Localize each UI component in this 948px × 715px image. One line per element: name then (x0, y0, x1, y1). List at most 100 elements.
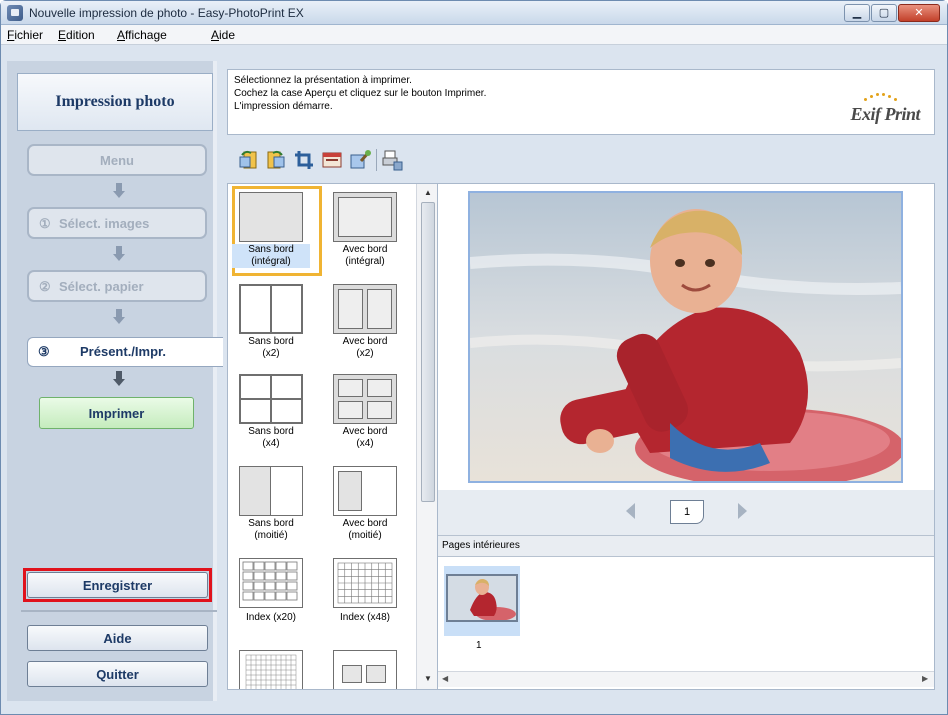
inner-pages-area: 1 ◀ ▶ (438, 558, 934, 689)
sidebar-header-label: Impression photo (55, 93, 175, 110)
menu-step-button[interactable]: Menu (27, 144, 207, 176)
child-photo (470, 193, 901, 481)
print-button-label: Imprimer (88, 406, 145, 421)
inner-pages-scrollbar[interactable]: ◀ ▶ (438, 671, 934, 687)
close-icon: ✕ (914, 6, 924, 19)
image-correction-icon[interactable] (349, 149, 371, 171)
caption-line: (intégral) (251, 256, 291, 267)
menu-aide-label: ide (219, 28, 236, 42)
layout-caption: Avec bord (x2) (326, 336, 404, 360)
sidebar-header: Impression photo (17, 73, 213, 131)
step-select-images-button[interactable]: ① Sélect. images (27, 207, 207, 239)
layout-bordered-full[interactable]: Avec bord (intégral) (326, 190, 404, 278)
layout-caption: Avec bord (intégral) (326, 244, 404, 268)
layout-caption: Sans bord (x4) (232, 426, 310, 450)
layout-thumbnail (333, 650, 397, 689)
photo-cell (367, 401, 392, 419)
save-button[interactable]: Enregistrer (27, 572, 208, 598)
exif-logo-dots (860, 92, 900, 102)
layout-list: Sans bord (intégral) Avec bord (intégral) … (227, 183, 439, 690)
mini-photo (446, 574, 518, 622)
caption-line: Sans bord (248, 518, 294, 529)
step-layout-print-tab[interactable]: ③ Présent./Impr. (27, 337, 223, 367)
photo-cell (338, 289, 363, 329)
scroll-right-icon[interactable]: ▶ (922, 674, 928, 683)
scroll-left-icon[interactable]: ◀ (442, 674, 448, 683)
photo-cell (338, 379, 363, 397)
photo-cell (367, 289, 392, 329)
scroll-up-icon[interactable]: ▲ (422, 188, 434, 198)
menu-fichier[interactable]: Fichier (7, 28, 43, 42)
photo-cell (338, 197, 392, 237)
caption-line: (x4) (356, 438, 374, 449)
previous-page-icon[interactable] (626, 503, 635, 519)
minimize-button[interactable]: ▁ (844, 4, 870, 22)
step-number: ① (39, 216, 51, 231)
caption-line: Index (x48) (339, 612, 391, 623)
caption-line: (intégral) (345, 256, 385, 267)
layout-caption: Sans bord (x2) (232, 336, 310, 360)
step-label: Présent./Impr. (80, 344, 166, 359)
layout-index-48[interactable]: Index (x48) (326, 556, 404, 644)
photo-cell (271, 285, 302, 333)
scrollbar-thumb[interactable] (421, 202, 435, 502)
caption-line: Avec bord (342, 244, 388, 255)
rotate-right-icon[interactable] (265, 149, 287, 171)
photo-cell (271, 375, 302, 399)
help-button[interactable]: Aide (27, 625, 208, 651)
menu-aide[interactable]: Aide (211, 28, 235, 42)
close-button[interactable]: ✕ (898, 4, 940, 22)
index-grid-icon (245, 654, 297, 689)
step-number: ② (39, 279, 51, 294)
menu-affichage-mnemonic: A (117, 28, 126, 42)
app-window: Nouvelle impression de photo - Easy-Phot… (0, 0, 948, 715)
layout-double[interactable] (326, 648, 404, 689)
photo-preview[interactable] (468, 191, 903, 483)
layout-caption: Index (x20) (232, 612, 310, 624)
rotate-left-icon[interactable] (237, 149, 259, 171)
photo-cell (367, 379, 392, 397)
layout-bordered-x2[interactable]: Avec bord (x2) (326, 282, 404, 370)
layout-index-more[interactable] (232, 648, 310, 689)
photo-cell (240, 467, 271, 515)
menu-step-label: Menu (100, 153, 134, 168)
arrow-down-icon (113, 183, 125, 199)
crop-icon[interactable] (293, 149, 315, 171)
layout-borderless-x4[interactable]: Sans bord (x4) (232, 372, 310, 460)
layout-borderless-full[interactable]: Sans bord (intégral) (232, 186, 322, 278)
layout-index-20[interactable]: Index (x20) (232, 556, 310, 644)
maximize-button[interactable]: ▢ (871, 4, 897, 22)
layout-list-scrollbar[interactable]: ▲ ▼ (416, 184, 438, 689)
instructions-panel: Sélectionnez la présentation à imprimer.… (227, 69, 935, 135)
layout-bordered-x4[interactable]: Avec bord (x4) (326, 372, 404, 460)
caption-line: Avec bord (342, 518, 388, 529)
layout-caption: Sans bord (intégral) (232, 244, 310, 268)
layout-bordered-half[interactable]: Avec bord (moitié) (326, 464, 404, 552)
page-number: 1 (670, 500, 704, 524)
menu-aide-mnemonic: A (211, 28, 220, 42)
menu-affichage[interactable]: Affichage (117, 28, 167, 42)
quit-button[interactable]: Quitter (27, 661, 208, 687)
print-button[interactable]: Imprimer (39, 397, 194, 429)
inner-page-thumbnail[interactable] (444, 566, 520, 636)
step-label: Sélect. images (59, 216, 150, 231)
layout-borderless-x2[interactable]: Sans bord (x2) (232, 282, 310, 370)
menu-edition[interactable]: Edition (58, 28, 95, 42)
scroll-down-icon[interactable]: ▼ (422, 674, 434, 684)
photo-cell (240, 375, 271, 399)
layout-borderless-half[interactable]: Sans bord (moitié) (232, 464, 310, 552)
print-settings-icon[interactable] (381, 149, 403, 171)
caption-line: Avec bord (342, 426, 388, 437)
menu-affichage-label: ffichage (125, 28, 167, 42)
step-select-paper-button[interactable]: ② Sélect. papier (27, 270, 207, 302)
caption-line: Avec bord (342, 336, 388, 347)
layout-thumbnail (239, 650, 303, 689)
page-navigator: 1 (438, 490, 934, 535)
layout-thumbnail (333, 374, 397, 424)
caption-line: (moitié) (254, 530, 288, 541)
next-page-icon[interactable] (738, 503, 747, 519)
caption-line: (x2) (356, 348, 374, 359)
date-settings-icon[interactable] (321, 149, 343, 171)
arrow-down-icon (113, 246, 125, 262)
exif-print-logo: Exif Print (850, 104, 920, 124)
